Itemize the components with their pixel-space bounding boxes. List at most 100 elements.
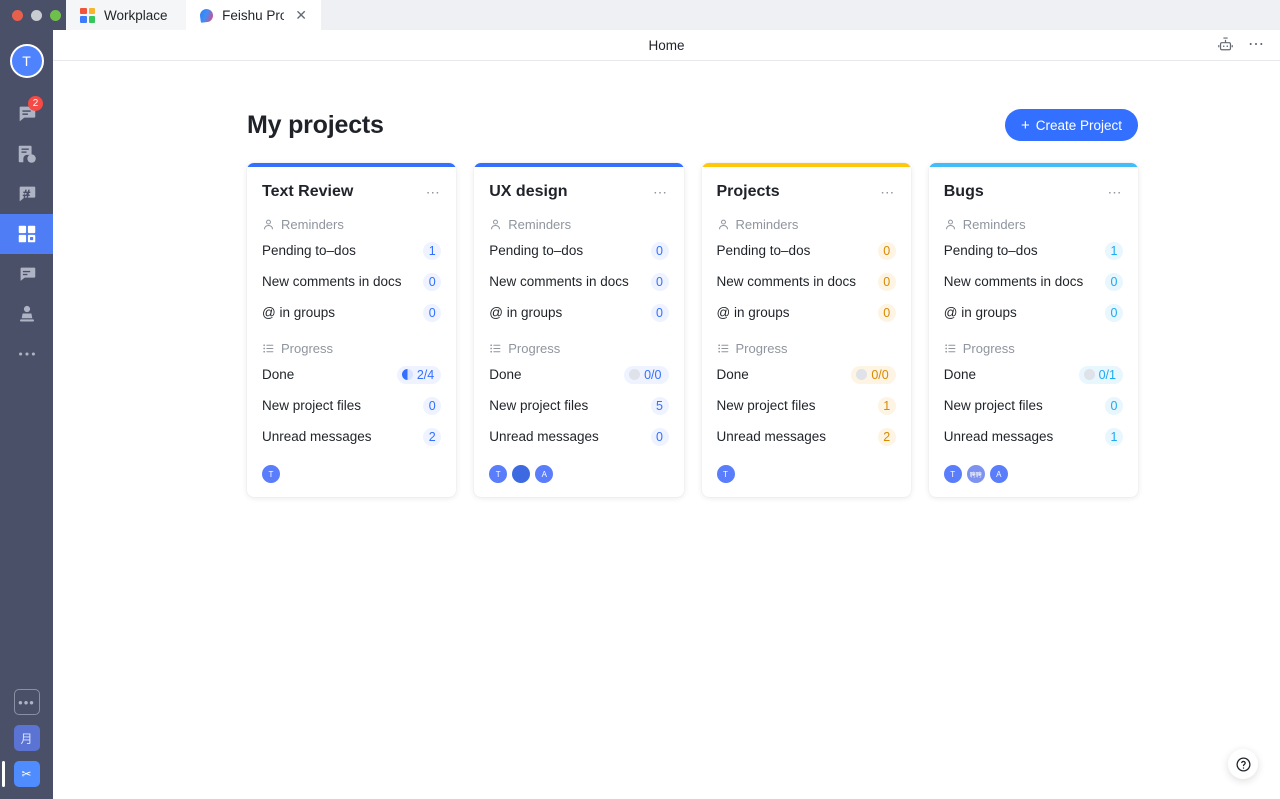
row-value: 0: [1105, 303, 1123, 322]
reminder-row[interactable]: New comments in docs 0: [702, 269, 911, 294]
reminder-row[interactable]: @ in groups 0: [247, 300, 456, 325]
progress-row[interactable]: Unread messages 2: [247, 424, 456, 449]
avatar[interactable]: A: [989, 465, 1008, 483]
reminder-row[interactable]: Pending to–dos 0: [702, 238, 911, 263]
maximize-window-button[interactable]: [50, 9, 61, 21]
progress-row[interactable]: New project files 0: [929, 393, 1138, 418]
row-label: @ in groups: [943, 305, 1017, 320]
help-button[interactable]: [1228, 749, 1258, 779]
sidebar-item-contacts[interactable]: [0, 294, 53, 334]
sidebar-item-workplace[interactable]: [0, 214, 53, 254]
avatar[interactable]: T: [943, 465, 962, 483]
reminder-row[interactable]: Pending to–dos 1: [929, 238, 1138, 263]
avatar[interactable]: T: [489, 465, 508, 483]
tab-workplace-label: Workplace: [104, 7, 168, 23]
avatar[interactable]: T: [716, 465, 735, 483]
progress-row[interactable]: Done 2/4: [247, 362, 456, 387]
row-label: Pending to–dos: [716, 243, 811, 258]
sidebar-item-docs[interactable]: [0, 134, 53, 174]
progress-row[interactable]: New project files 0: [247, 393, 456, 418]
row-label: Unread messages: [262, 429, 372, 444]
row-value: 0: [650, 303, 669, 322]
reminder-row[interactable]: @ in groups 0: [929, 300, 1138, 325]
row-label: @ in groups: [489, 305, 563, 320]
member-avatars: TA: [474, 449, 683, 483]
reminders-section-header: Reminders: [929, 201, 1138, 232]
row-value: 2: [423, 427, 442, 446]
card-title: Bugs: [943, 183, 984, 200]
progress-section-header: Progress: [929, 325, 1138, 356]
avatar[interactable]: T: [262, 465, 280, 483]
plus-icon: +: [1020, 116, 1030, 134]
ellipsis-icon[interactable]: ⋯: [653, 185, 669, 200]
sidebar-item-more[interactable]: [0, 334, 53, 374]
reminder-row[interactable]: New comments in docs 0: [247, 269, 456, 294]
progress-row[interactable]: Done 0/1: [929, 362, 1138, 387]
progress-row[interactable]: Done 0/0: [474, 362, 683, 387]
avatar[interactable]: 聘聘: [966, 465, 985, 483]
reminder-row[interactable]: @ in groups 0: [702, 300, 911, 325]
close-icon[interactable]: ✕: [295, 8, 307, 22]
sidebar-item-messenger[interactable]: 2: [0, 94, 53, 134]
row-label: New project files: [489, 398, 589, 413]
progress-row[interactable]: Unread messages 0: [474, 424, 683, 449]
row-value: 0: [423, 396, 442, 415]
sidebar-app-calendar[interactable]: 月: [13, 725, 40, 751]
reminder-row[interactable]: Pending to–dos 0: [474, 238, 683, 263]
ellipsis-icon[interactable]: ⋯: [426, 185, 442, 200]
project-card[interactable]: UX design ⋯ Reminders Pending to–dos 0 New co…: [474, 163, 684, 497]
ellipsis-icon[interactable]: ⋯: [1248, 37, 1266, 52]
avatar[interactable]: A: [535, 465, 554, 483]
tab-workplace[interactable]: Workplace: [66, 0, 186, 30]
progress-row[interactable]: Unread messages 1: [929, 424, 1138, 449]
reminder-row[interactable]: Pending to–dos 1: [247, 238, 456, 263]
avatar[interactable]: T: [9, 44, 44, 78]
avatar[interactable]: [512, 465, 531, 483]
page-content: My projects + Create Project Text Review…: [53, 61, 1280, 799]
sidebar-more-apps-button[interactable]: •••: [13, 689, 40, 715]
progress-row[interactable]: New project files 1: [702, 393, 911, 418]
create-project-button[interactable]: + Create Project: [1004, 109, 1138, 141]
row-value: 0: [423, 303, 442, 322]
row-value-text: 1: [883, 398, 891, 413]
close-window-button[interactable]: [12, 9, 23, 21]
row-value: 2/4: [396, 365, 442, 384]
robot-icon[interactable]: [1217, 36, 1234, 54]
row-value-text: 5: [656, 398, 663, 413]
sidebar-app-tools[interactable]: ✂: [1, 761, 40, 787]
project-card[interactable]: Projects ⋯ Reminders Pending to–dos 0 New com…: [701, 163, 911, 497]
row-value: 0: [1105, 272, 1123, 291]
progress-row[interactable]: Done 0/0: [702, 362, 911, 387]
reminders-section-header: Reminders: [247, 201, 456, 232]
sidebar-item-channels[interactable]: [0, 174, 53, 214]
row-value: 0: [877, 303, 896, 322]
card-title: UX design: [489, 183, 568, 200]
ellipsis-icon: [18, 352, 35, 356]
tab-feishu-project[interactable]: Feishu Proje ✕: [186, 0, 321, 30]
card-header: Text Review ⋯: [247, 167, 456, 201]
row-label: New project files: [716, 398, 816, 413]
progress-section-header: Progress: [702, 325, 911, 356]
page-title: My projects: [247, 110, 384, 139]
sidebar-bottom-apps: ••• 月 ✂: [1, 689, 40, 799]
progress-row[interactable]: Unread messages 2: [702, 424, 911, 449]
sidebar-item-comments[interactable]: [0, 254, 53, 294]
reminder-row[interactable]: New comments in docs 0: [474, 269, 683, 294]
progress-section-header: Progress: [247, 325, 456, 356]
row-label: @ in groups: [716, 305, 790, 320]
row-label: Pending to–dos: [489, 243, 584, 258]
member-avatars: T: [247, 449, 456, 483]
card-header: UX design ⋯: [474, 167, 683, 201]
ellipsis-icon[interactable]: ⋯: [1108, 185, 1124, 200]
row-value-text: 0/1: [1098, 367, 1116, 382]
row-value: 0: [877, 272, 896, 291]
progress-row[interactable]: New project files 5: [474, 393, 683, 418]
docs-cloud-icon: [18, 145, 36, 163]
project-card[interactable]: Bugs ⋯ Reminders Pending to–dos 1 New comment…: [928, 163, 1138, 497]
reminder-row[interactable]: New comments in docs 0: [929, 269, 1138, 294]
project-card[interactable]: Text Review ⋯ Reminders Pending to–dos 1 New …: [247, 163, 457, 497]
reminder-row[interactable]: @ in groups 0: [474, 300, 683, 325]
ellipsis-icon[interactable]: ⋯: [880, 185, 896, 200]
row-label: New project files: [262, 398, 362, 413]
minimize-window-button[interactable]: [31, 9, 42, 21]
